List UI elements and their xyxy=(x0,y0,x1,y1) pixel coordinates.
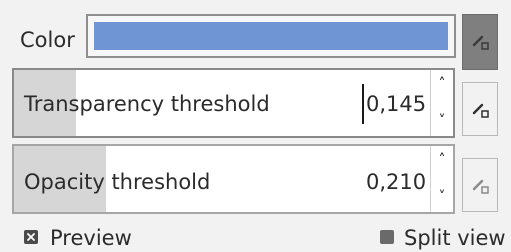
opacity-label: Opacity threshold xyxy=(24,170,211,194)
transparency-spin-scale[interactable]: Transparency threshold 0,145 ˄ ˅ xyxy=(12,68,455,138)
checkbox-unchecked-icon xyxy=(380,230,394,244)
chevron-up-icon: ˄ xyxy=(438,76,446,92)
opacity-value[interactable]: 0,210 xyxy=(366,170,426,194)
chevron-down-icon: ˅ xyxy=(438,113,446,129)
color-picker-button[interactable] xyxy=(462,14,498,70)
transparency-decrement-button[interactable]: ˅ xyxy=(431,103,453,136)
preview-checkbox[interactable] xyxy=(24,230,40,246)
opacity-spin-scale[interactable]: Opacity threshold 0,210 ˄ ˅ xyxy=(12,144,455,214)
transparency-label: Transparency threshold xyxy=(24,92,270,116)
color-row: Color xyxy=(0,8,511,70)
color-swatch xyxy=(94,22,448,50)
chevron-up-icon: ˄ xyxy=(438,152,446,168)
color-picker-icon xyxy=(472,35,489,50)
transparency-row: Transparency threshold 0,145 ˄ ˅ xyxy=(0,68,511,142)
preview-label[interactable]: Preview xyxy=(50,226,132,250)
opacity-decrement-button[interactable]: ˅ xyxy=(431,179,453,212)
opacity-picker-button[interactable] xyxy=(462,158,498,212)
split-view-checkbox[interactable] xyxy=(380,230,396,246)
color-label: Color xyxy=(20,28,75,52)
transparency-value[interactable]: 0,145 xyxy=(366,92,426,116)
transparency-increment-button[interactable]: ˄ xyxy=(431,70,453,103)
opacity-increment-button[interactable]: ˄ xyxy=(431,146,453,179)
chevron-down-icon: ˅ xyxy=(438,189,446,205)
text-cursor xyxy=(362,84,364,124)
color-picker-icon xyxy=(472,179,489,194)
opacity-row: Opacity threshold 0,210 ˄ ˅ xyxy=(0,144,511,218)
color-picker-icon xyxy=(472,103,489,118)
transparency-picker-button[interactable] xyxy=(462,82,498,136)
checkbox-checked-icon xyxy=(24,230,38,244)
split-view-label[interactable]: Split view xyxy=(404,226,506,250)
color-swatch-button[interactable] xyxy=(86,14,456,58)
footer-row: Preview Split view xyxy=(0,222,511,252)
